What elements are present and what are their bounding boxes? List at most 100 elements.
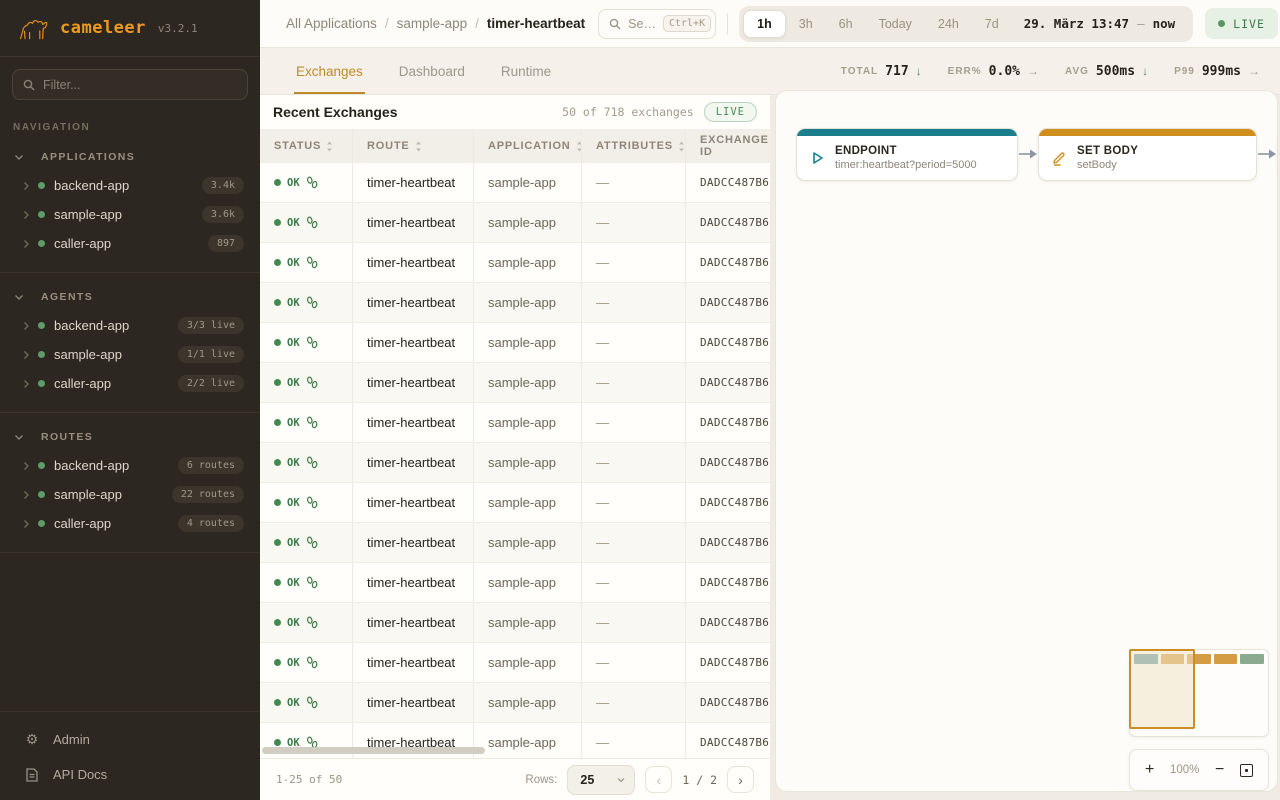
table-row[interactable]: OKtimer-heartbeatsample-app—DADCC487B60F… [260, 363, 770, 403]
sidebar-item-sample-app[interactable]: sample-app1/1 live [0, 340, 260, 369]
sidebar-item-api-docs[interactable]: API Docs [0, 757, 260, 792]
status-cell: OK [260, 443, 352, 482]
column-header-route[interactable]: ROUTE [352, 129, 473, 163]
attributes-cell: — [581, 283, 685, 322]
nav-section-header-applications[interactable]: APPLICATIONS [0, 147, 260, 171]
breadcrumb: All Applications / sample-app / timer-he… [286, 16, 585, 31]
sidebar-item-badge: 3.4k [202, 177, 244, 194]
table-row[interactable]: OKtimer-heartbeatsample-app—DADCC487B60F… [260, 443, 770, 483]
global-search[interactable]: Se… Ctrl+K [598, 9, 716, 39]
fit-view-button[interactable] [1240, 764, 1253, 777]
attributes-cell: — [581, 523, 685, 562]
exchange-id-cell: DADCC487B60F8 [685, 203, 770, 242]
table-row[interactable]: OKtimer-heartbeatsample-app—DADCC487B60F… [260, 483, 770, 523]
trace-footprints-icon [306, 216, 318, 229]
table-row[interactable]: OKtimer-heartbeatsample-app—DADCC487B60F… [260, 243, 770, 283]
rows-per-page-value: 25 [580, 773, 594, 787]
sidebar-item-backend-app[interactable]: backend-app3/3 live [0, 311, 260, 340]
status-cell: OK [260, 403, 352, 442]
search-placeholder: Se… [628, 17, 656, 31]
status-text: OK [287, 497, 300, 509]
trace-footprints-icon [306, 376, 318, 389]
column-header-status[interactable]: STATUS [260, 129, 352, 163]
application-cell: sample-app [473, 163, 581, 202]
sidebar-item-label: sample-app [54, 347, 122, 362]
application-cell: sample-app [473, 323, 581, 362]
rows-per-page-select[interactable]: 25 [567, 765, 635, 795]
flow-node-clipped[interactable] [1277, 128, 1278, 181]
table-row[interactable]: OKtimer-heartbeatsample-app—DADCC487B60F… [260, 683, 770, 723]
sidebar-item-caller-app[interactable]: caller-app4 routes [0, 509, 260, 538]
tab-runtime[interactable]: Runtime [501, 48, 551, 94]
tab-dashboard[interactable]: Dashboard [399, 48, 465, 94]
status-cell: OK [260, 363, 352, 402]
column-label: APPLICATION [488, 140, 571, 152]
app-logo[interactable]: cameleer v3.2.1 [0, 0, 260, 57]
time-range-6h[interactable]: 6h [826, 10, 866, 38]
status-cell: OK [260, 563, 352, 602]
sidebar-item-sample-app[interactable]: sample-app22 routes [0, 480, 260, 509]
table-row[interactable]: OKtimer-heartbeatsample-app—DADCC487B60F… [260, 603, 770, 643]
chevron-right-icon [23, 461, 30, 471]
date-range-picker[interactable]: 29. März 13:47 — now [1012, 16, 1189, 31]
table-row[interactable]: OKtimer-heartbeatsample-app—DADCC487B60F… [260, 523, 770, 563]
sidebar-item-admin[interactable]: ⚙ Admin [0, 722, 260, 757]
flow-edge-arrow [1019, 148, 1038, 160]
sidebar-item-caller-app[interactable]: caller-app897 [0, 229, 260, 258]
live-toggle[interactable]: LIVE [1205, 8, 1278, 39]
chevron-down-icon [617, 777, 625, 783]
zoom-in-button[interactable]: + [1145, 762, 1154, 778]
exchange-id-cell: DADCC487B60F8 [685, 403, 770, 442]
time-range-7d[interactable]: 7d [972, 10, 1012, 38]
next-page-button[interactable]: › [727, 766, 754, 793]
status-dot [274, 379, 281, 386]
time-range-3h[interactable]: 3h [786, 10, 826, 38]
table-row[interactable]: OKtimer-heartbeatsample-app—DADCC487B60F… [260, 643, 770, 683]
panel-title: Recent Exchanges [273, 104, 398, 120]
tab-exchanges[interactable]: Exchanges [296, 48, 363, 94]
flow-node-set-body[interactable]: SET BODY setBody [1038, 128, 1257, 181]
horizontal-scrollbar-thumb[interactable] [262, 747, 485, 754]
application-cell: sample-app [473, 723, 581, 758]
status-dot [274, 699, 281, 706]
flow-node-endpoint[interactable]: ENDPOINT timer:heartbeat?period=5000 [796, 128, 1018, 181]
time-range-group: 1h3h6hToday24h7d 29. März 13:47 — now [739, 6, 1193, 42]
table-row[interactable]: OKtimer-heartbeatsample-app—DADCC487B60F… [260, 283, 770, 323]
column-header-attributes[interactable]: ATTRIBUTES [581, 129, 685, 163]
zoom-controls: + 100% − [1129, 749, 1269, 791]
table-row[interactable]: OKtimer-heartbeatsample-app—DADCC487B60F… [260, 203, 770, 243]
zoom-out-button[interactable]: − [1215, 762, 1224, 778]
nav-section-header-agents[interactable]: AGENTS [0, 287, 260, 311]
sidebar-filter[interactable] [12, 69, 248, 100]
trace-footprints-icon [306, 256, 318, 269]
sidebar-item-backend-app[interactable]: backend-app3.4k [0, 171, 260, 200]
column-header-exchange-id[interactable]: EXCHANGE ID [685, 129, 770, 163]
table-row[interactable]: OKtimer-heartbeatsample-app—DADCC487B60F… [260, 163, 770, 203]
filter-input[interactable] [43, 78, 237, 92]
minimap-viewport[interactable] [1129, 649, 1195, 729]
live-dot-icon [1218, 20, 1225, 27]
nav-section-header-routes[interactable]: ROUTES [0, 427, 260, 451]
sidebar-item-label: caller-app [54, 516, 111, 531]
breadcrumb-sample-app[interactable]: sample-app [397, 16, 468, 31]
status-text: OK [287, 257, 300, 269]
breadcrumb-all-applications[interactable]: All Applications [286, 16, 377, 31]
chevron-right-icon [23, 239, 30, 249]
search-icon [609, 18, 621, 30]
status-dot [274, 179, 281, 186]
table-row[interactable]: OKtimer-heartbeatsample-app—DADCC487B60F… [260, 563, 770, 603]
sidebar-item-backend-app[interactable]: backend-app6 routes [0, 451, 260, 480]
time-range-today[interactable]: Today [866, 10, 925, 38]
column-header-application[interactable]: APPLICATION [473, 129, 581, 163]
prev-page-button[interactable]: ‹ [645, 766, 672, 793]
sidebar-item-caller-app[interactable]: caller-app2/2 live [0, 369, 260, 398]
time-range-1h[interactable]: 1h [743, 10, 786, 38]
search-shortcut: Ctrl+K [663, 15, 711, 32]
sidebar-item-sample-app[interactable]: sample-app3.6k [0, 200, 260, 229]
table-row[interactable]: OKtimer-heartbeatsample-app—DADCC487B60F… [260, 403, 770, 443]
exchange-id-cell: DADCC487B60F8 [685, 283, 770, 322]
table-row[interactable]: OKtimer-heartbeatsample-app—DADCC487B60F… [260, 323, 770, 363]
breadcrumb-separator: / [475, 16, 479, 31]
time-range-24h[interactable]: 24h [925, 10, 972, 38]
route-flow-canvas[interactable]: ENDPOINT timer:heartbeat?period=5000 SET… [775, 90, 1278, 792]
